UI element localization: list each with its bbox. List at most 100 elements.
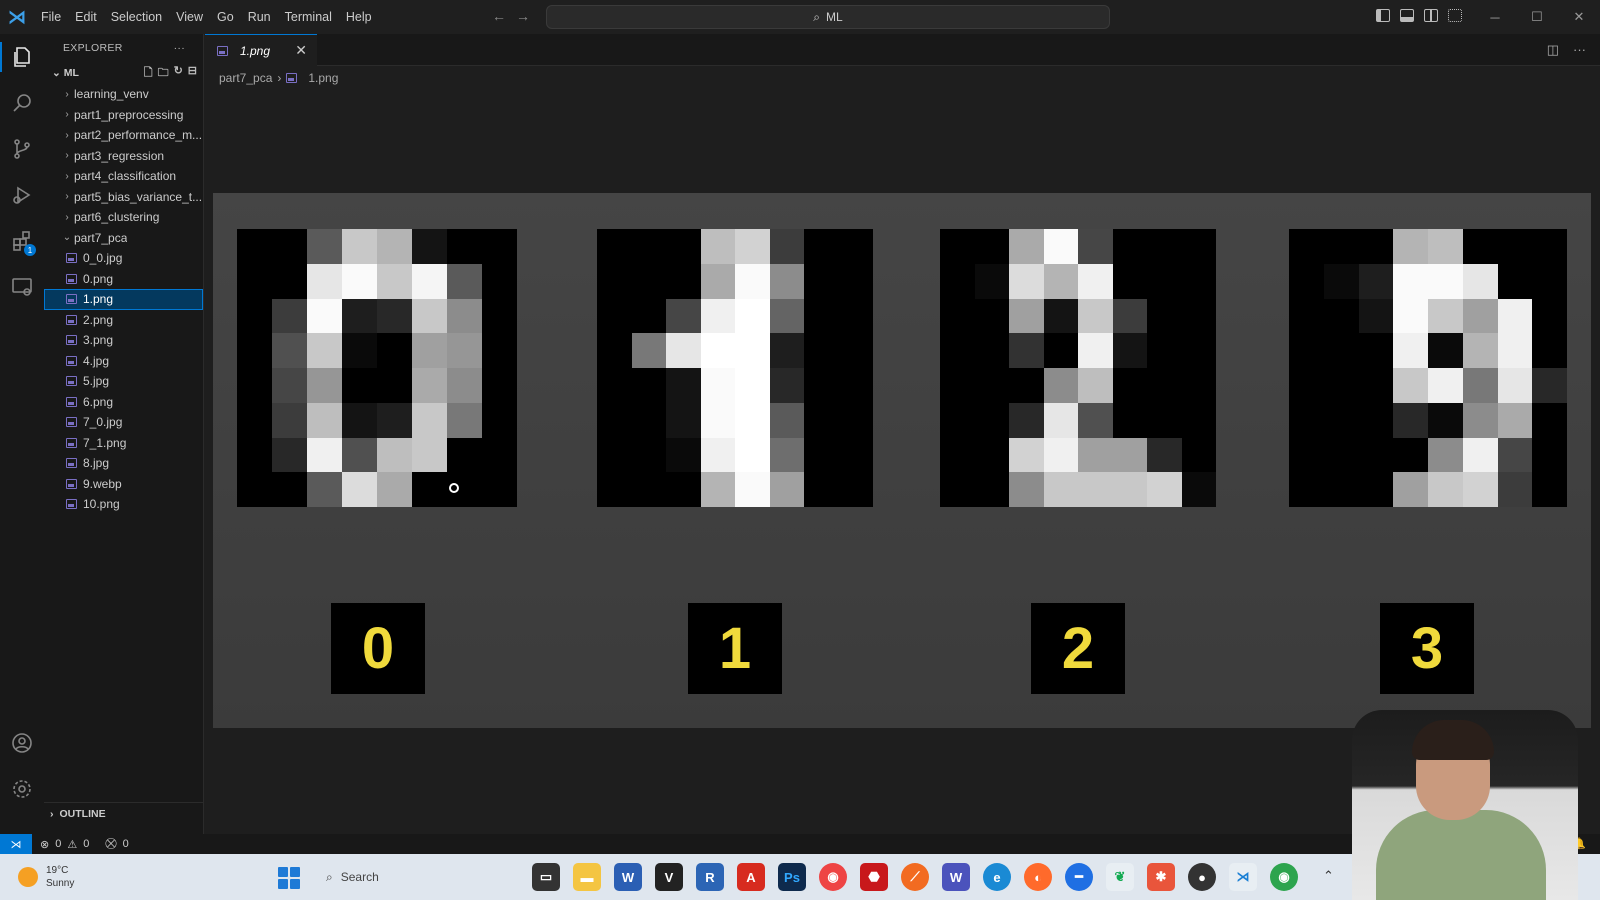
folder-item[interactable]: › part3_regression <box>44 146 203 167</box>
toggle-sidebar-icon[interactable] <box>1376 9 1390 22</box>
file-item[interactable]: 0.png <box>44 269 203 290</box>
teams-icon[interactable]: W <box>942 863 970 891</box>
manage-gear-icon[interactable] <box>0 766 44 812</box>
error-icon: ⊗ <box>40 838 50 851</box>
folder-item[interactable]: › part1_preprocessing <box>44 105 203 126</box>
pixel-cell <box>482 472 517 507</box>
more-actions-icon[interactable]: ··· <box>174 42 185 54</box>
file-item[interactable]: 9.webp <box>44 474 203 495</box>
folder-item[interactable]: ⌄ part7_pca <box>44 228 203 249</box>
menu-go[interactable]: Go <box>210 0 241 34</box>
pixel-cell <box>1147 437 1182 473</box>
pixel-cell <box>700 472 735 507</box>
file-item[interactable]: 7_0.jpg <box>44 412 203 433</box>
file-item[interactable]: 3.png <box>44 330 203 351</box>
toggle-panel-icon[interactable] <box>1400 9 1414 22</box>
taskbar-search[interactable]: ⌕ Search <box>318 863 518 891</box>
toggle-secondary-sidebar-icon[interactable] <box>1424 9 1438 22</box>
customize-layout-icon[interactable] <box>1448 9 1462 22</box>
menu-edit[interactable]: Edit <box>68 0 104 34</box>
ports-indicator[interactable]: ⛒ 0 <box>97 838 136 851</box>
chevron-right-icon: › <box>65 211 69 223</box>
folder-item[interactable]: › part2_performance_m... <box>44 125 203 146</box>
file-item[interactable]: 10.png <box>44 494 203 515</box>
menu-view[interactable]: View <box>169 0 210 34</box>
file-item[interactable]: 0_0.jpg <box>44 248 203 269</box>
blue-app-icon[interactable]: ━ <box>1065 863 1093 891</box>
tab-1-png[interactable]: 1.png ✕ <box>205 34 317 66</box>
orange-app-icon[interactable]: ⟋ <box>901 863 929 891</box>
file-item[interactable]: 6.png <box>44 392 203 413</box>
extensions-icon[interactable]: 1 <box>0 218 44 264</box>
vivaldi-icon[interactable]: V <box>655 863 683 891</box>
file-item[interactable]: 2.png <box>44 310 203 331</box>
photoshop-icon[interactable]: Ps <box>778 863 806 891</box>
remote-explorer-icon[interactable] <box>0 264 44 310</box>
pixel-cell <box>1393 472 1428 507</box>
word-icon[interactable]: W <box>614 863 642 891</box>
new-file-icon[interactable]: 🗋 <box>144 64 153 83</box>
collapse-all-icon[interactable]: ⊟ <box>188 64 197 83</box>
chrome-profile-icon[interactable]: ◉ <box>1270 863 1298 891</box>
accounts-icon[interactable] <box>0 720 44 766</box>
chevron-right-icon: › <box>65 109 69 121</box>
file-item[interactable]: 5.jpg <box>44 371 203 392</box>
pixel-cell <box>804 402 839 438</box>
forward-arrow-icon[interactable]: → <box>516 8 530 24</box>
source-control-icon[interactable] <box>0 126 44 172</box>
new-folder-icon[interactable]: 🗀 <box>158 64 169 83</box>
menu-terminal[interactable]: Terminal <box>278 0 339 34</box>
back-arrow-icon[interactable]: ← <box>492 8 506 24</box>
pdf-icon[interactable]: ⬣ <box>860 863 888 891</box>
file-item[interactable]: 1.png <box>44 289 203 310</box>
start-button-icon[interactable] <box>278 867 300 889</box>
refresh-icon[interactable]: ↻ <box>174 64 183 83</box>
explorer-icon[interactable] <box>0 34 44 80</box>
pixel-cell <box>769 402 804 438</box>
vscode-taskbar-icon[interactable]: ⋊ <box>1229 863 1257 891</box>
menu-file[interactable]: File <box>34 0 68 34</box>
search-view-icon[interactable] <box>0 80 44 126</box>
weather-widget[interactable]: 19°C Sunny <box>18 864 74 890</box>
folder-item[interactable]: › learning_venv <box>44 84 203 105</box>
remote-indicator-icon[interactable]: ⋊ <box>0 834 32 854</box>
edge-icon[interactable]: e <box>983 863 1011 891</box>
file-item[interactable]: 8.jpg <box>44 453 203 474</box>
problems-indicator[interactable]: ⊗ 0 ⚠ 0 <box>32 838 97 851</box>
firefox-icon[interactable]: ◐ <box>1024 863 1052 891</box>
close-tab-icon[interactable]: ✕ <box>295 42 307 59</box>
file-explorer-icon[interactable]: ▬ <box>573 863 601 891</box>
menu-help[interactable]: Help <box>339 0 379 34</box>
pixel-cell <box>1181 437 1216 473</box>
outline-section[interactable]: › OUTLINE <box>44 802 203 824</box>
menu-selection[interactable]: Selection <box>104 0 169 34</box>
breadcrumb-folder[interactable]: part7_pca <box>219 71 272 85</box>
run-debug-icon[interactable] <box>0 172 44 218</box>
menu-run[interactable]: Run <box>241 0 278 34</box>
task-view-icon[interactable]: ▭ <box>532 863 560 891</box>
split-editor-icon[interactable]: ◫ <box>1547 42 1559 58</box>
chrome-icon[interactable]: ◉ <box>819 863 847 891</box>
image-file-icon <box>66 478 77 489</box>
pixel-cell <box>237 368 272 403</box>
command-center[interactable]: ⌕ ML <box>546 5 1110 29</box>
r-icon[interactable]: R <box>696 863 724 891</box>
file-item[interactable]: 4.jpg <box>44 351 203 372</box>
mongodb-icon[interactable]: ❦ <box>1106 863 1134 891</box>
davinci-icon[interactable]: ● <box>1188 863 1216 891</box>
pixel-cell <box>1078 437 1113 473</box>
breadcrumb-file[interactable]: 1.png <box>308 71 338 85</box>
tray-chevron-icon[interactable]: ⌃ <box>1323 868 1334 884</box>
close-window-icon[interactable]: ✕ <box>1558 0 1600 34</box>
maximize-icon[interactable]: ☐ <box>1516 0 1558 34</box>
folder-item[interactable]: › part6_clustering <box>44 207 203 228</box>
workspace-root[interactable]: ⌄ ML 🗋 🗀 ↻ ⊟ <box>44 62 203 84</box>
minimize-icon[interactable]: ─ <box>1474 0 1516 34</box>
editor-more-icon[interactable]: ··· <box>1573 42 1586 58</box>
pixel-cell <box>1358 472 1394 507</box>
git-app-icon[interactable]: ✱ <box>1147 863 1175 891</box>
acrobat-icon[interactable]: A <box>737 863 765 891</box>
file-item[interactable]: 7_1.png <box>44 433 203 454</box>
folder-item[interactable]: › part4_classification <box>44 166 203 187</box>
folder-item[interactable]: › part5_bias_variance_t... <box>44 187 203 208</box>
